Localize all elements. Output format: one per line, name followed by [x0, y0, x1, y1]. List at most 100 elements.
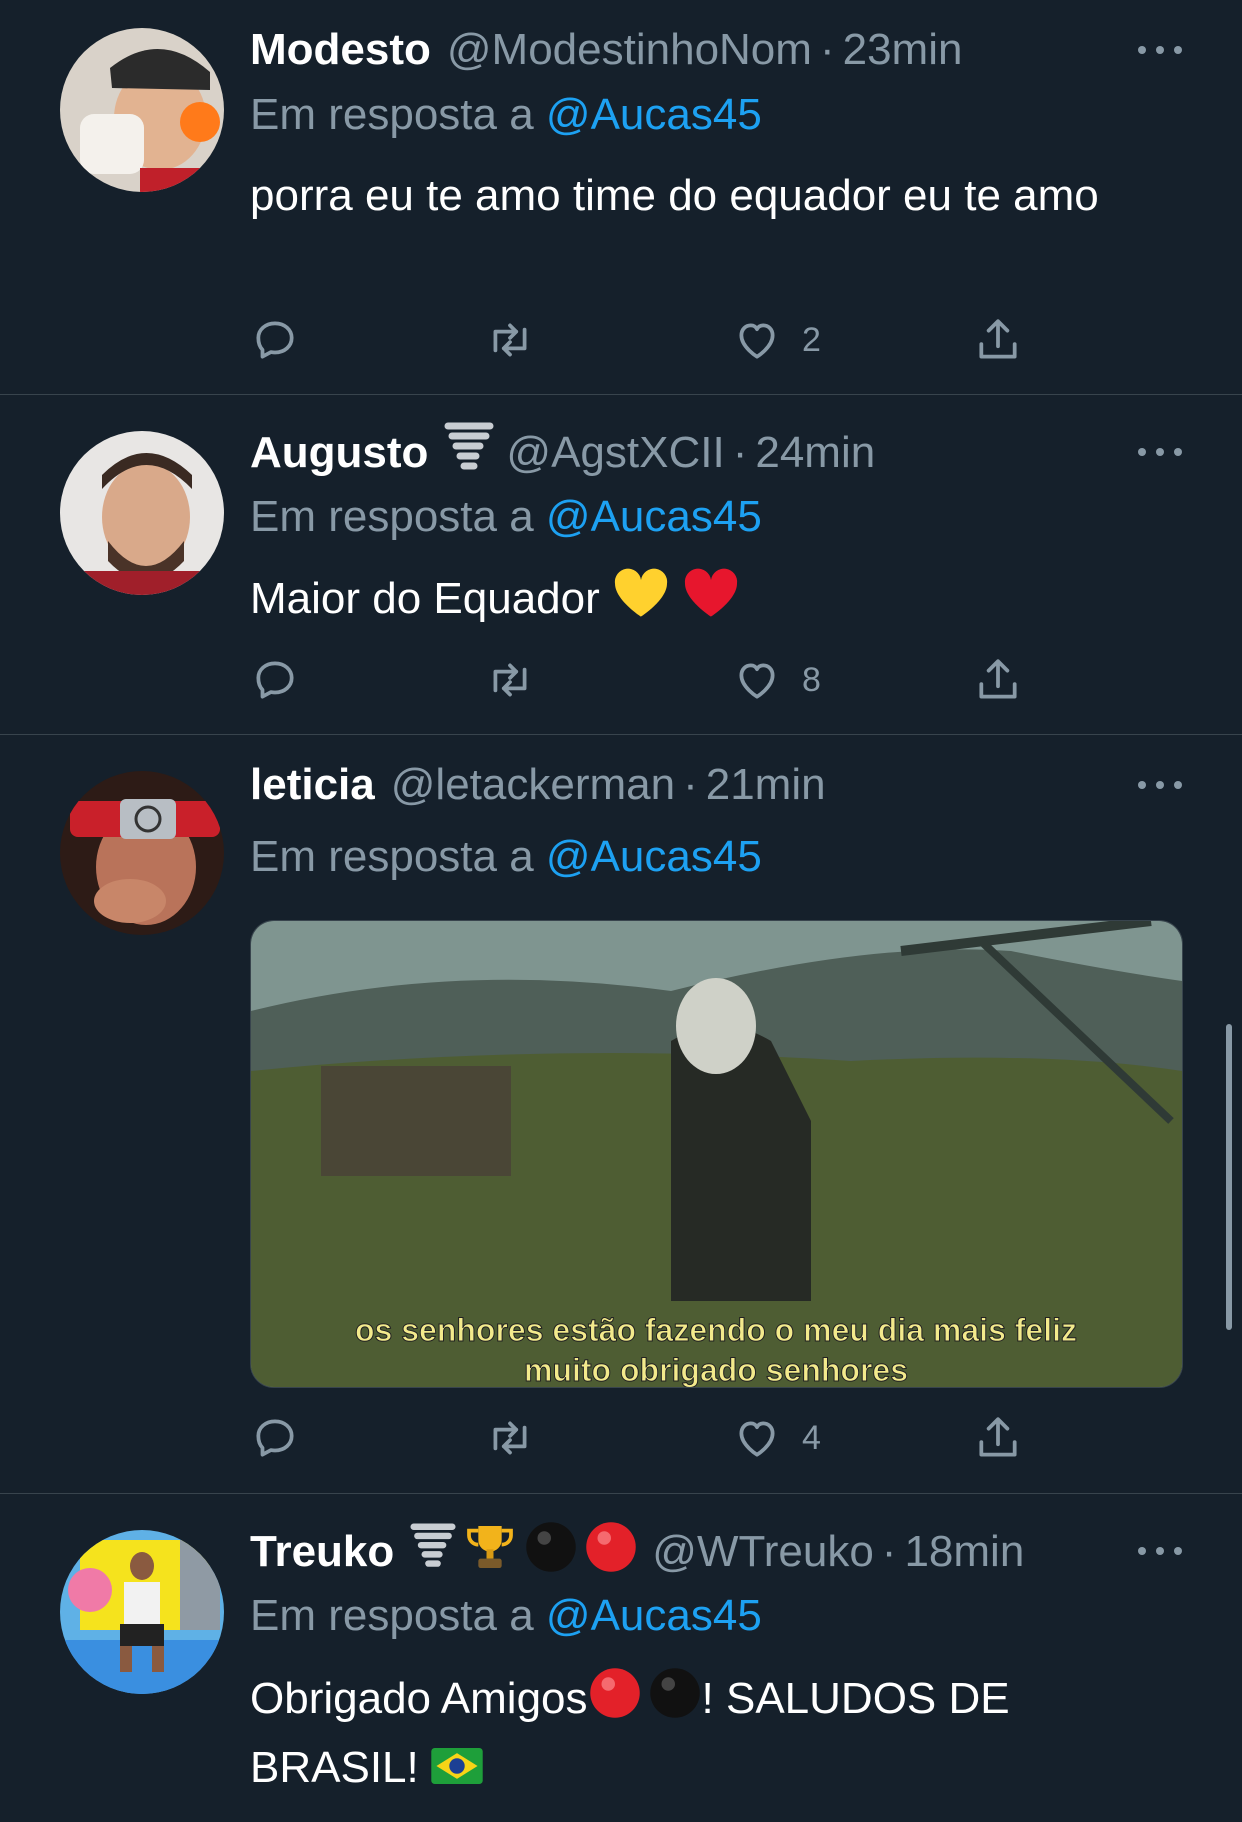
tweet-header: Augusto @AgstXCII · 24min — [250, 422, 1182, 483]
yellow-heart-icon — [612, 567, 670, 636]
timestamp[interactable]: 21min — [706, 760, 826, 810]
avatar-image — [60, 431, 224, 595]
retweet-button[interactable] — [485, 310, 535, 370]
like-button[interactable]: 4 — [732, 1408, 821, 1468]
like-button[interactable]: 2 — [732, 310, 821, 370]
more-options-icon[interactable] — [1138, 40, 1182, 60]
display-name[interactable]: leticia — [250, 760, 375, 810]
media-gif[interactable]: os senhores estão fazendo o meu dia mais… — [250, 920, 1183, 1388]
tweet-text-part1: Obrigado Amigos — [250, 1674, 588, 1724]
retweet-icon — [485, 655, 535, 705]
heart-icon — [732, 1413, 782, 1463]
reply-prefix: Em resposta a — [250, 492, 534, 541]
user-handle[interactable]: @ModestinhoNom — [447, 25, 812, 75]
tweet-text-row: Maior do Equador — [250, 567, 1130, 636]
tweet-header: leticia @letackerman · 21min — [250, 755, 1182, 815]
reply-context: Em resposta a @Aucas45 — [250, 90, 762, 140]
separator-dot: · — [881, 1527, 897, 1576]
reply-mention-link[interactable]: @Aucas45 — [546, 90, 762, 139]
avatar[interactable] — [60, 431, 224, 595]
trophy-icon — [462, 1519, 518, 1586]
share-icon — [973, 1413, 1023, 1463]
share-icon — [973, 655, 1023, 705]
avatar-image — [60, 771, 224, 935]
tweet[interactable]: Augusto @AgstXCII · 24min Em resposta a … — [0, 395, 1242, 734]
gif-caption-line2: muito obrigado senhores — [524, 1352, 908, 1387]
avatar-image — [60, 1530, 224, 1694]
tweet-text: Maior do Equador — [250, 574, 600, 624]
display-name[interactable]: Treuko — [250, 1527, 394, 1577]
red-circle-icon — [584, 1520, 638, 1585]
reply-context: Em resposta a @Aucas45 — [250, 832, 762, 882]
action-bar: 8 — [250, 650, 1050, 710]
retweet-button[interactable] — [485, 650, 535, 710]
timestamp[interactable]: 24min — [755, 428, 875, 478]
gif-caption-line1: os senhores estão fazendo o meu dia mais… — [355, 1312, 1077, 1348]
reply-button[interactable] — [250, 1408, 300, 1468]
red-heart-icon — [682, 567, 740, 636]
reply-button[interactable] — [250, 310, 300, 370]
user-handle[interactable]: @WTreuko — [652, 1527, 874, 1577]
red-circle-icon — [588, 1666, 642, 1737]
avatar-image — [60, 28, 224, 192]
retweet-icon — [485, 315, 535, 365]
reply-mention-link[interactable]: @Aucas45 — [546, 1591, 762, 1640]
separator-dot: · — [732, 428, 748, 477]
reply-context: Em resposta a @Aucas45 — [250, 492, 762, 542]
brazil-flag-icon — [431, 1739, 483, 1801]
action-bar: 4 — [250, 1408, 1050, 1468]
like-count: 2 — [802, 320, 821, 359]
action-bar: 2 — [250, 310, 1050, 370]
reply-prefix: Em resposta a — [250, 90, 534, 139]
share-icon — [973, 315, 1023, 365]
display-name[interactable]: Modesto — [250, 25, 431, 75]
like-count: 4 — [802, 1418, 821, 1457]
heart-icon — [732, 655, 782, 705]
tornado-icon — [410, 1519, 456, 1586]
reply-icon — [250, 315, 300, 365]
separator-dot: · — [683, 760, 698, 809]
share-button[interactable] — [973, 650, 1023, 710]
tweet-header: Treuko @WTreuko · 18min — [250, 1520, 1182, 1585]
tweet-text: porra eu te amo time do equador eu te am… — [250, 171, 1099, 220]
more-options-icon[interactable] — [1138, 775, 1182, 795]
tweet-text-block: Obrigado Amigos ! SALUDOS DE BRASIL! — [250, 1666, 1130, 1801]
reply-mention-link[interactable]: @Aucas45 — [546, 492, 762, 541]
heart-icon — [732, 315, 782, 365]
tornado-icon — [444, 420, 494, 487]
reply-icon — [250, 655, 300, 705]
avatar[interactable] — [60, 1530, 224, 1694]
display-name[interactable]: Augusto — [250, 428, 428, 478]
tweet-header: Modesto @ModestinhoNom · 23min — [250, 20, 1182, 80]
black-circle-icon — [648, 1666, 702, 1737]
tweet[interactable]: leticia @letackerman · 21min Em resposta… — [0, 735, 1242, 1493]
timestamp[interactable]: 23min — [843, 25, 963, 75]
reply-prefix: Em resposta a — [250, 1591, 534, 1640]
more-options-icon[interactable] — [1138, 442, 1182, 462]
scrollbar[interactable] — [1226, 1024, 1232, 1330]
retweet-button[interactable] — [485, 1408, 535, 1468]
more-options-icon[interactable] — [1138, 1541, 1182, 1561]
tweet[interactable]: Modesto @ModestinhoNom · 23min Em respos… — [0, 0, 1242, 394]
gif-frame: os senhores estão fazendo o meu dia mais… — [251, 921, 1182, 1387]
reply-icon — [250, 1413, 300, 1463]
reply-button[interactable] — [250, 650, 300, 710]
like-count: 8 — [802, 660, 821, 699]
reply-mention-link[interactable]: @Aucas45 — [546, 832, 762, 881]
separator-dot: · — [819, 25, 835, 74]
user-handle[interactable]: @AgstXCII — [506, 428, 724, 478]
retweet-icon — [485, 1413, 535, 1463]
tweet-text-part2: ! SALUDOS DE — [701, 1674, 1010, 1724]
avatar[interactable] — [60, 28, 224, 192]
user-handle[interactable]: @letackerman — [391, 760, 675, 810]
tweet[interactable]: Treuko @WTreuko · 18min Em resposta a @A… — [0, 1494, 1242, 1822]
avatar[interactable] — [60, 771, 224, 935]
reply-context: Em resposta a @Aucas45 — [250, 1591, 762, 1641]
timestamp[interactable]: 18min — [904, 1527, 1024, 1577]
share-button[interactable] — [973, 1408, 1023, 1468]
share-button[interactable] — [973, 310, 1023, 370]
tweet-text-part3: BRASIL! — [250, 1743, 419, 1792]
like-button[interactable]: 8 — [732, 650, 821, 710]
reply-prefix: Em resposta a — [250, 832, 534, 881]
black-circle-icon — [524, 1520, 578, 1585]
